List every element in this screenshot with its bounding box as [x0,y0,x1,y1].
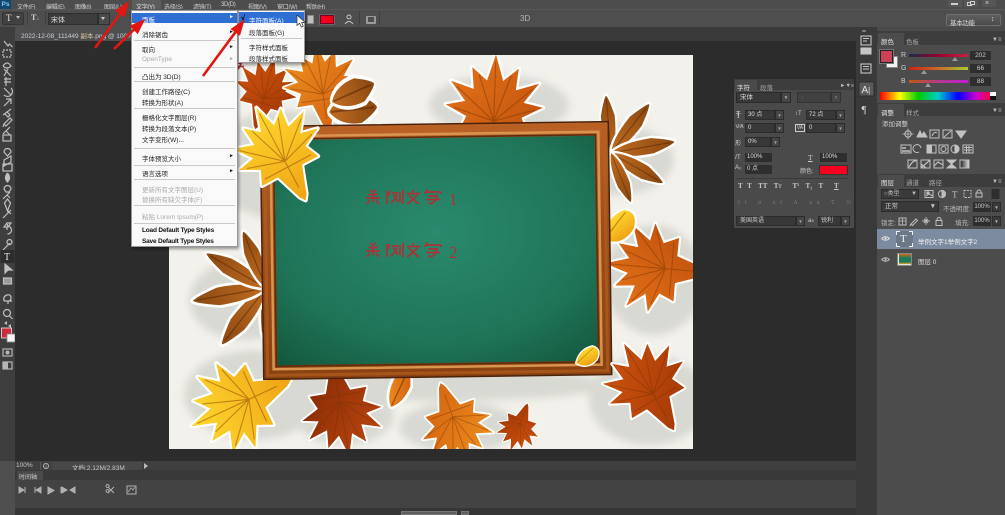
svg-text:1: 1 [449,190,458,209]
svg-text:T: T [4,252,10,263]
svg-text:T: T [952,190,958,200]
svg-text:¶: ¶ [862,104,867,116]
svg-text:A|: A| [862,85,871,96]
svg-text:2: 2 [449,243,458,262]
